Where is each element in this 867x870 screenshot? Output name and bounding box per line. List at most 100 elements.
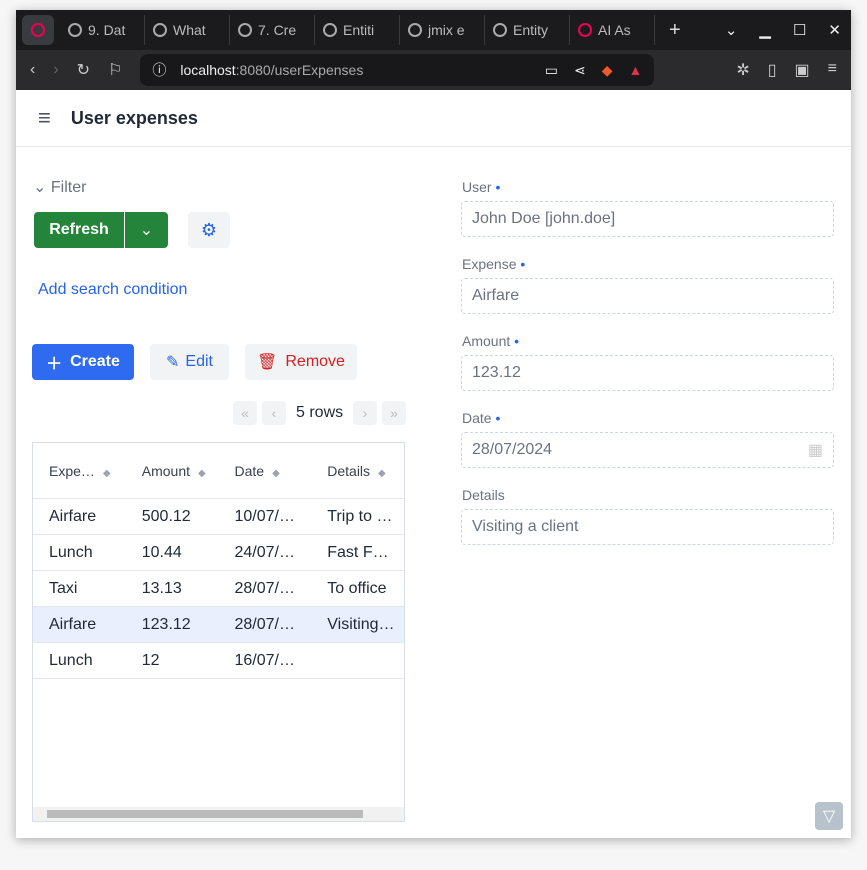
jmix-icon [30, 23, 45, 37]
url-bar[interactable]: ⓘ localhost:8080/userExpenses ▭ ⋖ ◆ ▲ [140, 54, 655, 86]
calendar-icon[interactable]: ▦ [808, 440, 823, 460]
amount-label: Amount • [462, 333, 520, 349]
table-row[interactable]: Lunch 12 16/07/… [33, 643, 404, 679]
pencil-icon: ✎ [166, 354, 180, 371]
table-row[interactable]: Airfare 123.12 28/07/… Visiting… [33, 607, 404, 643]
sort-icon: ◆ [378, 467, 386, 479]
dev-tools-icon[interactable]: ▽ [815, 802, 843, 830]
refresh-label: Refresh [49, 221, 109, 238]
tab-label: AI As [598, 22, 631, 38]
table-cell: 24/07/… [234, 543, 295, 561]
prev-page-button[interactable]: ‹ [262, 401, 286, 425]
edit-button[interactable]: ✎ Edit [150, 344, 229, 380]
tab[interactable]: 7. Cre [230, 15, 315, 45]
user-label: User • [462, 179, 501, 195]
tab-label: Entiti [343, 22, 375, 38]
chevron-down-icon: ⌄ [33, 179, 47, 196]
reload-icon[interactable]: ↻ [77, 60, 90, 80]
create-label: Create [70, 353, 120, 370]
tab-label: jmix e [428, 22, 465, 38]
sort-icon: ◆ [198, 467, 206, 479]
table-cell: Fast F… [327, 543, 389, 561]
expense-field[interactable]: Airfare [461, 278, 834, 314]
add-search-condition-link[interactable]: Add search condition [38, 281, 187, 299]
tab-label: Entity [513, 22, 549, 38]
tab[interactable]: Entiti [315, 15, 400, 45]
scrollbar-thumb[interactable] [47, 810, 363, 818]
refresh-button[interactable]: Refresh [34, 212, 124, 248]
site-icon [323, 23, 337, 37]
site-icon [493, 23, 507, 37]
column-header-expense[interactable]: Expe… ◆ [33, 463, 126, 479]
details-field[interactable]: Visiting a client [461, 509, 834, 545]
tab-label: 7. Cre [258, 22, 297, 38]
chevron-down-icon: ⌄ [139, 222, 154, 239]
first-page-button[interactable]: « [233, 401, 257, 425]
filter-settings-button[interactable]: ⚙ [188, 212, 230, 248]
column-header-amount[interactable]: Amount ◆ [126, 463, 219, 479]
horizontal-scrollbar[interactable] [33, 807, 404, 821]
cast-icon[interactable]: ▭ [545, 62, 558, 79]
refresh-options-button[interactable]: ⌄ [125, 212, 168, 248]
tab[interactable]: jmix e [400, 15, 485, 45]
details-label: Details [462, 487, 505, 503]
next-page-button[interactable]: › [353, 401, 377, 425]
share-icon[interactable]: ⋖ [574, 62, 586, 79]
sort-icon: ◆ [272, 467, 280, 479]
browser-window: 9. Dat What 7. Cre Entiti jmix e Entity … [16, 10, 851, 838]
last-page-button[interactable]: » [382, 401, 406, 425]
create-button[interactable]: ＋ Create [32, 344, 134, 380]
tab-bar: 9. Dat What 7. Cre Entiti jmix e Entity … [16, 10, 851, 50]
sidebar-icon[interactable]: ▯ [768, 60, 777, 80]
expenses-table: Expe… ◆ Amount ◆ Date ◆ Details ◆ Airfare 500… [32, 442, 405, 822]
user-field[interactable]: John Doe [john.doe] [461, 201, 834, 237]
back-icon[interactable]: ‹ [30, 61, 35, 79]
wallet-icon[interactable]: ▣ [795, 60, 810, 80]
tab[interactable]: 9. Dat [60, 15, 145, 45]
jmix-icon [578, 23, 592, 37]
url-host: localhost [180, 62, 236, 78]
new-tab-icon[interactable]: + [655, 19, 681, 42]
remove-label: Remove [285, 353, 345, 370]
forward-icon[interactable]: › [53, 61, 58, 79]
table-row[interactable]: Lunch 10.44 24/07/… Fast F… [33, 535, 404, 571]
sort-icon: ◆ [102, 467, 111, 479]
tab[interactable]: Entity [485, 15, 570, 45]
info-icon: ⓘ [152, 62, 167, 78]
filter-toggle[interactable]: ⌄ Filter [33, 177, 86, 197]
rewards-icon[interactable]: ▲ [629, 62, 643, 79]
maximize-icon[interactable]: ☐ [793, 21, 806, 39]
table-cell: 10.44 [141, 543, 182, 561]
table-header: Expe… ◆ Amount ◆ Date ◆ Details ◆ [33, 443, 404, 499]
plus-icon: ＋ [46, 356, 63, 373]
tab-active[interactable] [22, 15, 54, 45]
extensions-icon[interactable]: ✲ [736, 60, 749, 80]
table-row[interactable]: Airfare 500.12 10/07/… Trip to … [33, 499, 404, 535]
chevron-down-icon[interactable]: ⌄ [725, 21, 738, 39]
table-cell: Lunch [49, 543, 93, 561]
table-cell: 123.12 [141, 615, 191, 633]
table-cell: Airfare [49, 507, 97, 525]
minimize-icon[interactable]: ▁ [759, 21, 771, 39]
table-cell: Lunch [49, 651, 93, 669]
site-icon [68, 23, 82, 37]
table-cell: 28/07/… [234, 615, 295, 633]
bookmark-icon[interactable]: ⚐ [108, 60, 122, 80]
menu-icon[interactable]: ≡ [828, 60, 837, 80]
tab[interactable]: What [145, 15, 230, 45]
trash-icon: 🗑 [257, 354, 278, 371]
close-icon[interactable]: ✕ [828, 21, 841, 39]
url-path: :8080/userExpenses [235, 62, 364, 78]
column-header-details[interactable]: Details ◆ [311, 463, 404, 479]
date-field[interactable]: 28/07/2024 ▦ [461, 432, 834, 468]
column-header-date[interactable]: Date ◆ [219, 463, 312, 479]
amount-field[interactable]: 123.12 [461, 355, 834, 391]
expense-label: Expense • [462, 256, 526, 272]
page-title: User expenses [70, 107, 198, 128]
remove-button[interactable]: 🗑 Remove [245, 344, 357, 380]
date-label: Date • [462, 410, 501, 426]
tab[interactable]: AI As [570, 15, 655, 45]
brave-icon[interactable]: ◆ [602, 62, 613, 79]
drawer-toggle-icon[interactable]: ≡ [38, 105, 51, 131]
table-row[interactable]: Taxi 13.13 28/07/… To office [33, 571, 404, 607]
